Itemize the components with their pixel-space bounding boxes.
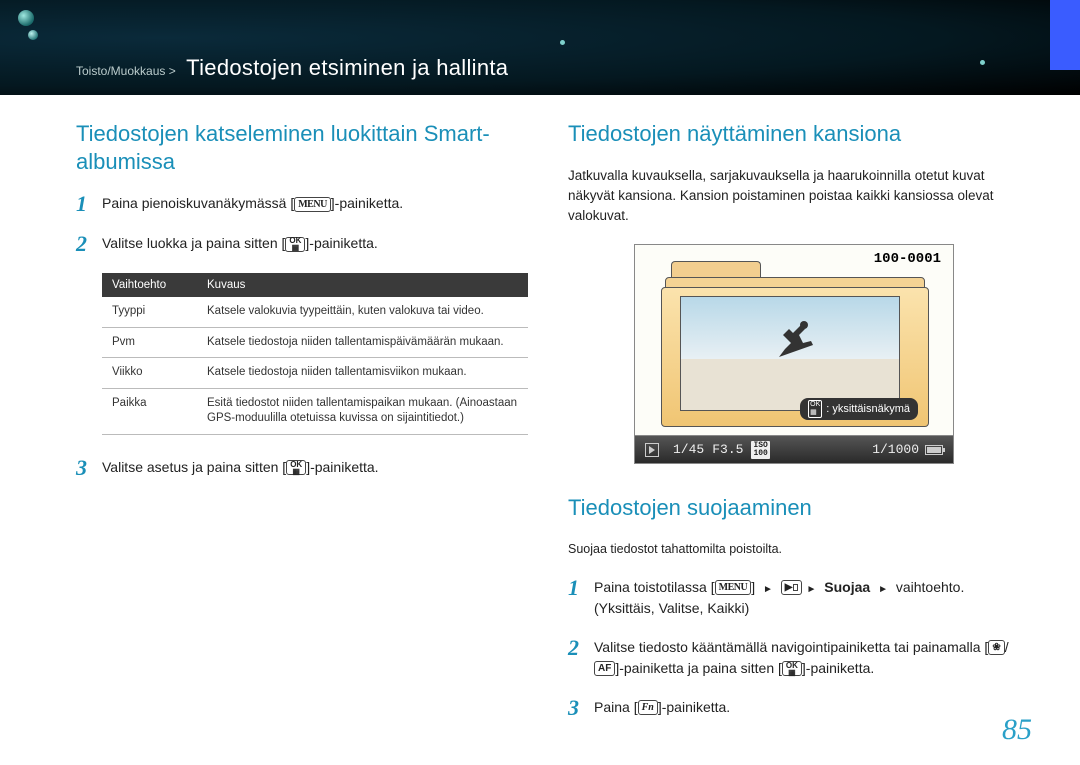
step-text: Paina pienoiskuvanäkymässä [: [102, 195, 294, 211]
step-number: 3: [568, 697, 594, 719]
step-text: Valitse tiedosto kääntämällä navigointip…: [594, 639, 988, 655]
page-header: Toisto/Muokkaus > Tiedostojen etsiminen …: [0, 0, 1080, 95]
thumbnail-photo: [680, 296, 900, 411]
ok-icon: OK▦: [808, 400, 822, 418]
iso-icon: ISO100: [751, 441, 769, 459]
thumb-play-icon: ▶: [781, 580, 803, 595]
section-heading-folder-view: Tiedostojen näyttäminen kansiona: [568, 120, 1020, 148]
step-number: 1: [568, 577, 594, 599]
opt-cell: Tyyppi: [102, 297, 197, 327]
table-row: Paikka Esitä tiedostot niiden tallentami…: [102, 388, 528, 434]
options-table: Vaihtoehto Kuvaus Tyyppi Katsele valokuv…: [102, 273, 528, 435]
battery-icon: [925, 445, 943, 455]
page-number: 85: [1002, 713, 1032, 747]
steps-smart-album: 1 Paina pienoiskuvanäkymässä [MENU]-pain…: [76, 193, 528, 255]
step-text: Valitse asetus ja paina sitten [: [102, 459, 286, 475]
af-button-icon: AF: [594, 661, 615, 676]
section-heading-smart-album: Tiedostojen katseleminen luokittain Smar…: [76, 120, 528, 175]
step-text: ]-painiketta.: [331, 195, 403, 211]
opt-cell: Pvm: [102, 327, 197, 358]
section-tab: [1050, 0, 1080, 70]
table-row: Viikko Katsele tiedostoja niiden tallent…: [102, 358, 528, 389]
table-row: Tyyppi Katsele valokuvia tyypeittäin, ku…: [102, 297, 528, 327]
menu-button-icon: MENU: [715, 580, 752, 595]
step-number: 1: [76, 193, 102, 215]
ok-button-icon: OK▦: [286, 460, 306, 475]
lcd-preview: 100-0001 OK▦ : yksittäisnäkymä: [634, 244, 954, 464]
opt-cell: Viikko: [102, 358, 197, 389]
step-text: Paina [: [594, 699, 638, 715]
step-text: ]: [751, 579, 759, 595]
step-text: ]-painiketta ja paina sitten [: [615, 660, 782, 676]
decorative-dot: [980, 60, 985, 65]
desc-cell: Katsele tiedostoja niiden tallentamispäi…: [197, 327, 528, 358]
shutter-value: 1/1000: [872, 442, 919, 457]
content-area: Tiedostojen katseleminen luokittain Smar…: [0, 95, 1080, 737]
table-row: Pvm Katsele tiedostoja niiden tallentami…: [102, 327, 528, 358]
decorative-orb: [18, 10, 34, 26]
step-number: 2: [76, 233, 102, 255]
single-view-label: OK▦ : yksittäisnäkymä: [800, 398, 918, 420]
folder-number: 100-0001: [874, 251, 941, 267]
step-text: ]-painiketta.: [802, 660, 874, 676]
decorative-dot: [560, 40, 565, 45]
opt-cell: Paikka: [102, 388, 197, 434]
step-text: ]-painiketta.: [306, 459, 378, 475]
step-3: 3 Valitse asetus ja paina sitten [OK▦]-p…: [76, 457, 528, 479]
arrow-icon: ►: [878, 584, 888, 595]
menu-button-icon: MENU: [294, 197, 331, 212]
decorative-orb: [28, 30, 38, 40]
step-text: ]-painiketta.: [658, 699, 730, 715]
table-header-option: Vaihtoehto: [102, 273, 197, 297]
step-2: 2 Valitse luokka ja paina sitten [OK▦]-p…: [76, 233, 528, 255]
folder-view-description: Jatkuvalla kuvauksella, sarjakuvauksella…: [568, 166, 1020, 227]
step-text: Paina toistotilassa [: [594, 579, 715, 595]
section-heading-protect: Tiedostojen suojaaminen: [568, 494, 1020, 522]
ok-button-icon: OK▦: [285, 237, 305, 252]
lcd-status-bar: 1/45 F3.5 ISO100 1/1000: [635, 435, 953, 463]
page-title: Tiedostojen etsiminen ja hallinta: [186, 55, 508, 80]
fn-button-icon: Fn: [638, 700, 658, 715]
step-2: 2 Valitse tiedosto kääntämällä navigoint…: [568, 637, 1020, 679]
step-bold: Suojaa: [824, 579, 874, 595]
step-3: 3 Paina [Fn]-painiketta.: [568, 697, 1020, 719]
flower-button-icon: ❀: [988, 640, 1004, 655]
pill-text: : yksittäisnäkymä: [826, 403, 910, 415]
desc-cell: Esitä tiedostot niiden tallentamispaikan…: [197, 388, 528, 434]
left-column: Tiedostojen katseleminen luokittain Smar…: [76, 120, 528, 737]
step-text: ]-painiketta.: [305, 235, 377, 251]
aperture-value: F3.5: [712, 442, 743, 457]
snowboarder-icon: [769, 315, 819, 365]
arrow-icon: ►: [763, 584, 773, 595]
step-text: Valitse luokka ja paina sitten [: [102, 235, 285, 251]
folder-graphic: OK▦ : yksittäisnäkymä: [665, 273, 925, 423]
breadcrumb: Toisto/Muokkaus >: [76, 64, 176, 78]
steps-protect: 1 Paina toistotilassa [MENU] ► ▶► Suojaa…: [568, 577, 1020, 719]
desc-cell: Katsele valokuvia tyypeittäin, kuten val…: [197, 297, 528, 327]
step-text: /: [1005, 639, 1009, 655]
play-icon: [645, 443, 659, 457]
ok-button-icon: OK▦: [782, 661, 802, 676]
table-header-description: Kuvaus: [197, 273, 528, 297]
right-column: Tiedostojen näyttäminen kansiona Jatkuva…: [568, 120, 1020, 737]
step-1: 1 Paina pienoiskuvanäkymässä [MENU]-pain…: [76, 193, 528, 215]
image-counter: 1/45: [673, 442, 704, 457]
arrow-icon: ►: [806, 584, 816, 595]
protect-description: Suojaa tiedostot tahattomilta poistoilta…: [568, 540, 1020, 559]
desc-cell: Katsele tiedostoja niiden tallentamisvii…: [197, 358, 528, 389]
step-1: 1 Paina toistotilassa [MENU] ► ▶► Suojaa…: [568, 577, 1020, 619]
step-number: 2: [568, 637, 594, 659]
lcd-screen: 100-0001 OK▦ : yksittäisnäkymä: [635, 245, 953, 435]
step-number: 3: [76, 457, 102, 479]
steps-smart-album-cont: 3 Valitse asetus ja paina sitten [OK▦]-p…: [76, 457, 528, 479]
